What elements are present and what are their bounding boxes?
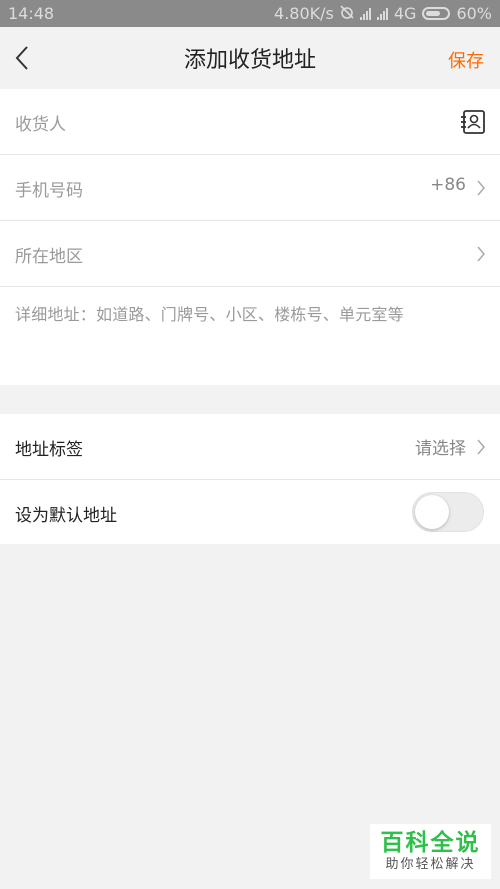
address-form: 收货人 手机号码 +86 所在地区 详细地址：如道路、门牌号、小区、楼栋号、单元… — [0, 89, 500, 385]
phone-field[interactable]: 手机号码 +86 — [0, 155, 500, 221]
address-options: 地址标签 请选择 设为默认地址 — [0, 414, 500, 544]
battery-icon — [422, 7, 451, 20]
status-indicators: 4.80K/s 4G 60% — [274, 4, 492, 23]
status-bar: 14:48 4.80K/s 4G 60% — [0, 0, 500, 27]
page-title: 添加收货地址 — [183, 48, 316, 73]
alarm-off-icon — [340, 4, 354, 23]
signal-icon — [359, 7, 371, 20]
detail-address-field[interactable]: 详细地址：如道路、门牌号、小区、楼栋号、单元室等 — [0, 287, 500, 385]
detail-address-placeholder: 详细地址：如道路、门牌号、小区、楼栋号、单元室等 — [15, 305, 404, 324]
chevron-right-icon — [477, 439, 485, 455]
recipient-placeholder: 收货人 — [15, 115, 66, 135]
chevron-right-icon — [477, 180, 485, 196]
default-address-label: 设为默认地址 — [15, 506, 117, 526]
watermark-logo: 百科全说 助你轻松解决 — [370, 824, 491, 879]
chevron-left-icon — [15, 46, 28, 70]
status-time: 14:48 — [8, 4, 55, 23]
address-tag-label: 地址标签 — [15, 440, 83, 460]
battery-percent: 60% — [456, 4, 492, 23]
address-tag-row[interactable]: 地址标签 请选择 — [0, 414, 500, 480]
region-field[interactable]: 所在地区 — [0, 221, 500, 287]
network-speed: 4.80K/s — [274, 4, 334, 23]
address-tag-value[interactable]: 请选择 — [415, 434, 466, 459]
default-address-toggle[interactable] — [412, 492, 484, 532]
save-button[interactable]: 保存 — [448, 47, 484, 73]
phone-placeholder: 手机号码 — [15, 181, 83, 201]
network-type: 4G — [393, 4, 417, 23]
watermark-sub-text: 助你轻松解决 — [385, 856, 476, 872]
contacts-icon[interactable] — [460, 109, 486, 135]
chevron-right-icon — [477, 246, 485, 262]
watermark-main-text: 百科全说 — [380, 829, 481, 856]
default-address-row: 设为默认地址 — [0, 480, 500, 544]
header-bar: 添加收货地址 保存 — [0, 27, 500, 89]
recipient-field[interactable]: 收货人 — [0, 89, 500, 155]
toggle-knob — [415, 495, 449, 529]
back-button[interactable] — [10, 43, 34, 73]
signal-icon-2 — [376, 7, 388, 20]
country-code[interactable]: +86 — [430, 175, 466, 195]
region-placeholder: 所在地区 — [15, 247, 83, 267]
